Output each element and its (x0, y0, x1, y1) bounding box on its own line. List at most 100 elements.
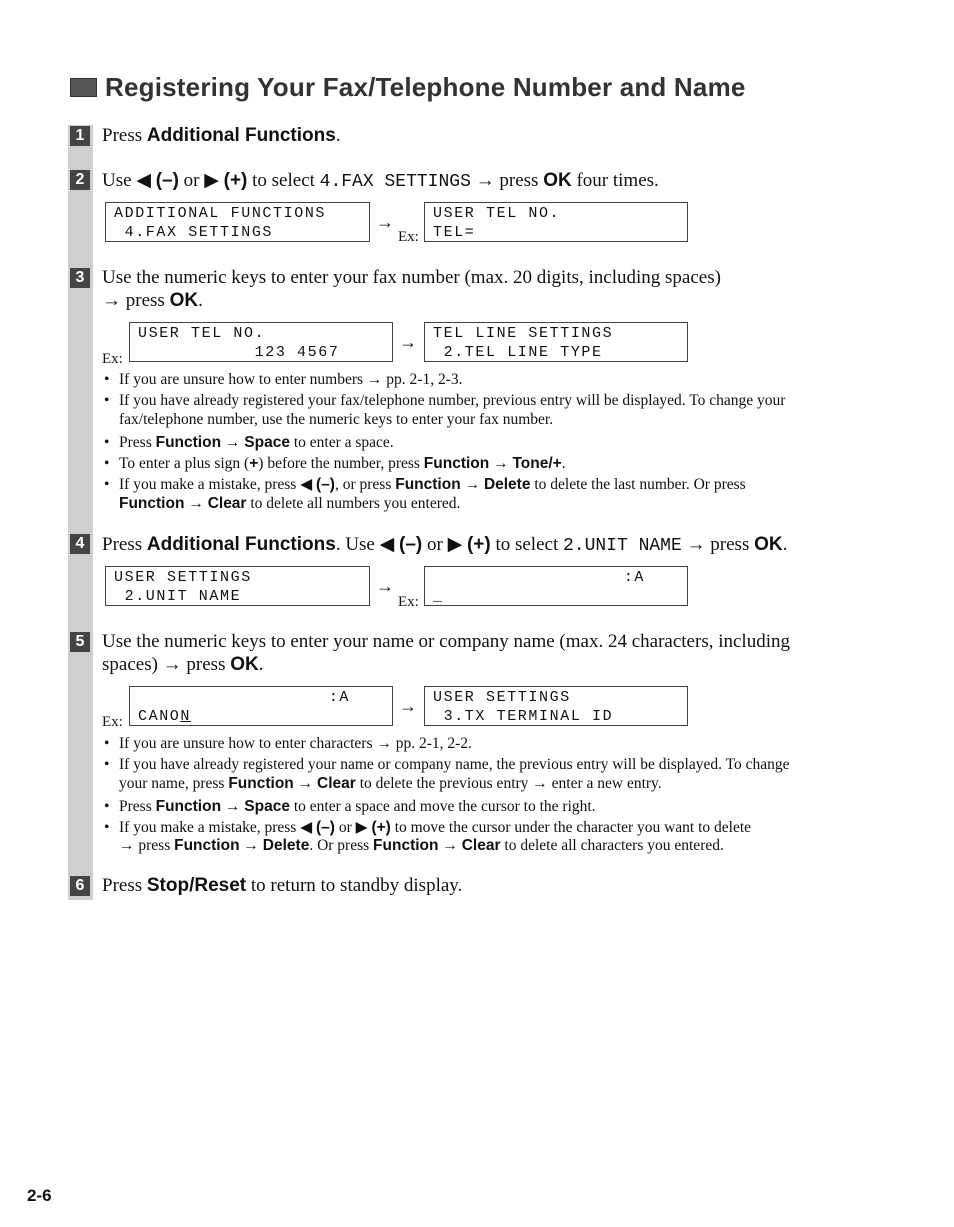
lcd-line: USER SETTINGS (433, 689, 571, 706)
left-arrow-icon: ◀ (136, 170, 151, 191)
arrow-icon: → (442, 837, 458, 854)
text: CANO (138, 708, 181, 725)
text: spaces) (102, 654, 158, 675)
lcd-display: USER TEL NO. TEL= (424, 202, 688, 242)
text: Press (102, 125, 147, 146)
key-name: Clear (317, 775, 356, 792)
arrow-icon: → (162, 654, 182, 675)
text: to delete the last number. Or press (530, 476, 746, 493)
example-label: Ex: (102, 714, 123, 730)
key-name: + (249, 455, 259, 472)
arrow-icon: → (475, 170, 495, 191)
text: to delete the previous entry → enter a n… (355, 775, 662, 792)
note-continuation: fax/telephone number, use the numeric ke… (119, 411, 554, 428)
lcd-line: 123 4567 (138, 344, 340, 361)
arrow-icon: → (493, 455, 509, 472)
text: If you have already registered your fax/… (119, 392, 786, 409)
left-arrow-icon: ◀ (379, 534, 395, 555)
arrow-icon: → (686, 534, 706, 555)
right-arrow-icon: ▶ (447, 534, 463, 555)
text: If you make a mistake, press (119, 476, 301, 493)
right-arrow-icon: ▶ (355, 819, 368, 836)
lcd-display: TEL LINE SETTINGS 2.TEL LINE TYPE (424, 322, 688, 362)
step-number: 2 (70, 170, 90, 190)
key-name: Tone/+ (512, 455, 562, 472)
text: to select (495, 534, 559, 555)
step-6-text: Press Stop/Reset to return to standby di… (102, 875, 462, 897)
text: Press (119, 798, 156, 815)
lcd-line: USER TEL NO. (138, 325, 266, 342)
note-continuation: Function → Clear to delete all numbers y… (119, 495, 460, 513)
text: or (334, 819, 356, 836)
text: . Or press (309, 837, 374, 854)
key-name: OK (754, 534, 783, 555)
key-name: Function (395, 476, 461, 493)
text: press (499, 170, 539, 191)
text: Press (102, 875, 147, 896)
text: four times. (576, 170, 659, 191)
text: If you have already registered your name… (119, 756, 790, 773)
key-name: Clear (207, 495, 247, 512)
text: to delete all numbers you entered. (246, 495, 461, 512)
key-name: Function (155, 434, 222, 451)
step-sidebar-bar (68, 125, 93, 900)
arrow-icon: → (297, 775, 314, 792)
note-bullet: If you are unsure how to enter character… (104, 733, 472, 754)
key-name: Delete (483, 476, 531, 493)
key-name: Delete (262, 837, 310, 854)
key-name: (–) (155, 170, 179, 191)
key-name: Function (119, 495, 185, 512)
note-bullet: Press Function → Space to enter a space … (104, 796, 596, 817)
page-title: Registering Your Fax/Telephone Number an… (105, 72, 746, 102)
key-name: (–) (399, 534, 423, 555)
step-2-text: Use ◀ (–) or ▶ (+) to select 4.FAX SETTI… (102, 169, 659, 192)
step-number: 1 (70, 126, 90, 146)
arrow-icon: → (102, 290, 121, 311)
lcd-line: 2.TEL LINE TYPE (433, 344, 603, 361)
text: to move the cursor under the character y… (390, 819, 752, 836)
text: If you are unsure how to enter character… (119, 735, 472, 752)
step-1-text: Press Additional Functions. (102, 125, 341, 147)
lcd-line: 2.UNIT NAME (114, 588, 242, 605)
menu-code: 2.UNIT NAME (562, 536, 682, 556)
text: to select (252, 170, 315, 191)
key-name: Additional Functions (146, 534, 336, 555)
step-3-text-2: → press OK. (102, 290, 203, 311)
lcd-display: USER SETTINGS 3.TX TERMINAL ID (424, 686, 688, 726)
key-name: Clear (461, 837, 501, 854)
note-bullet: Press Function → Space to enter a space. (104, 432, 394, 453)
arrow-icon: → (399, 332, 417, 352)
menu-code: 4.FAX SETTINGS (319, 172, 471, 192)
text: press (125, 290, 165, 311)
text: If you make a mistake, press (119, 819, 301, 836)
step-number: 5 (70, 632, 90, 652)
key-name: Function (423, 455, 490, 472)
arrow-icon: → (376, 212, 394, 232)
text: press (138, 837, 175, 854)
step-5-text: Use the numeric keys to enter your name … (102, 631, 790, 652)
text: . (561, 455, 566, 472)
arrow-icon: → (224, 798, 241, 815)
lcd-line: CANON (138, 707, 392, 726)
step-3-text: Use the numeric keys to enter your fax n… (102, 267, 721, 288)
note-continuation: → press Function → Delete. Or press Func… (119, 837, 724, 855)
step-number: 6 (70, 876, 90, 896)
note-bullet: If you have already registered your fax/… (104, 390, 785, 411)
text: To enter a plus sign ( (119, 455, 250, 472)
key-name: OK (169, 290, 199, 311)
key-name: (+) (466, 534, 491, 555)
lcd-line: 4.FAX SETTINGS (114, 224, 274, 241)
arrow-icon: → (376, 576, 394, 596)
lcd-display: USER TEL NO. 123 4567 (129, 322, 393, 362)
section-title: Registering Your Fax/Telephone Number an… (70, 72, 746, 103)
note-bullet: To enter a plus sign (+) before the numb… (104, 453, 566, 474)
arrow-icon: → (188, 495, 204, 512)
text: or (426, 534, 443, 555)
note-bullet: If you make a mistake, press ◀ (–), or p… (104, 474, 746, 495)
lcd-line: USER SETTINGS (114, 569, 252, 586)
key-name: Space (244, 798, 290, 815)
text: to enter a space and move the cursor to … (289, 798, 596, 815)
key-name: Function (155, 798, 222, 815)
text: ) before the number, press (258, 455, 424, 472)
example-label: Ex: (398, 594, 419, 610)
